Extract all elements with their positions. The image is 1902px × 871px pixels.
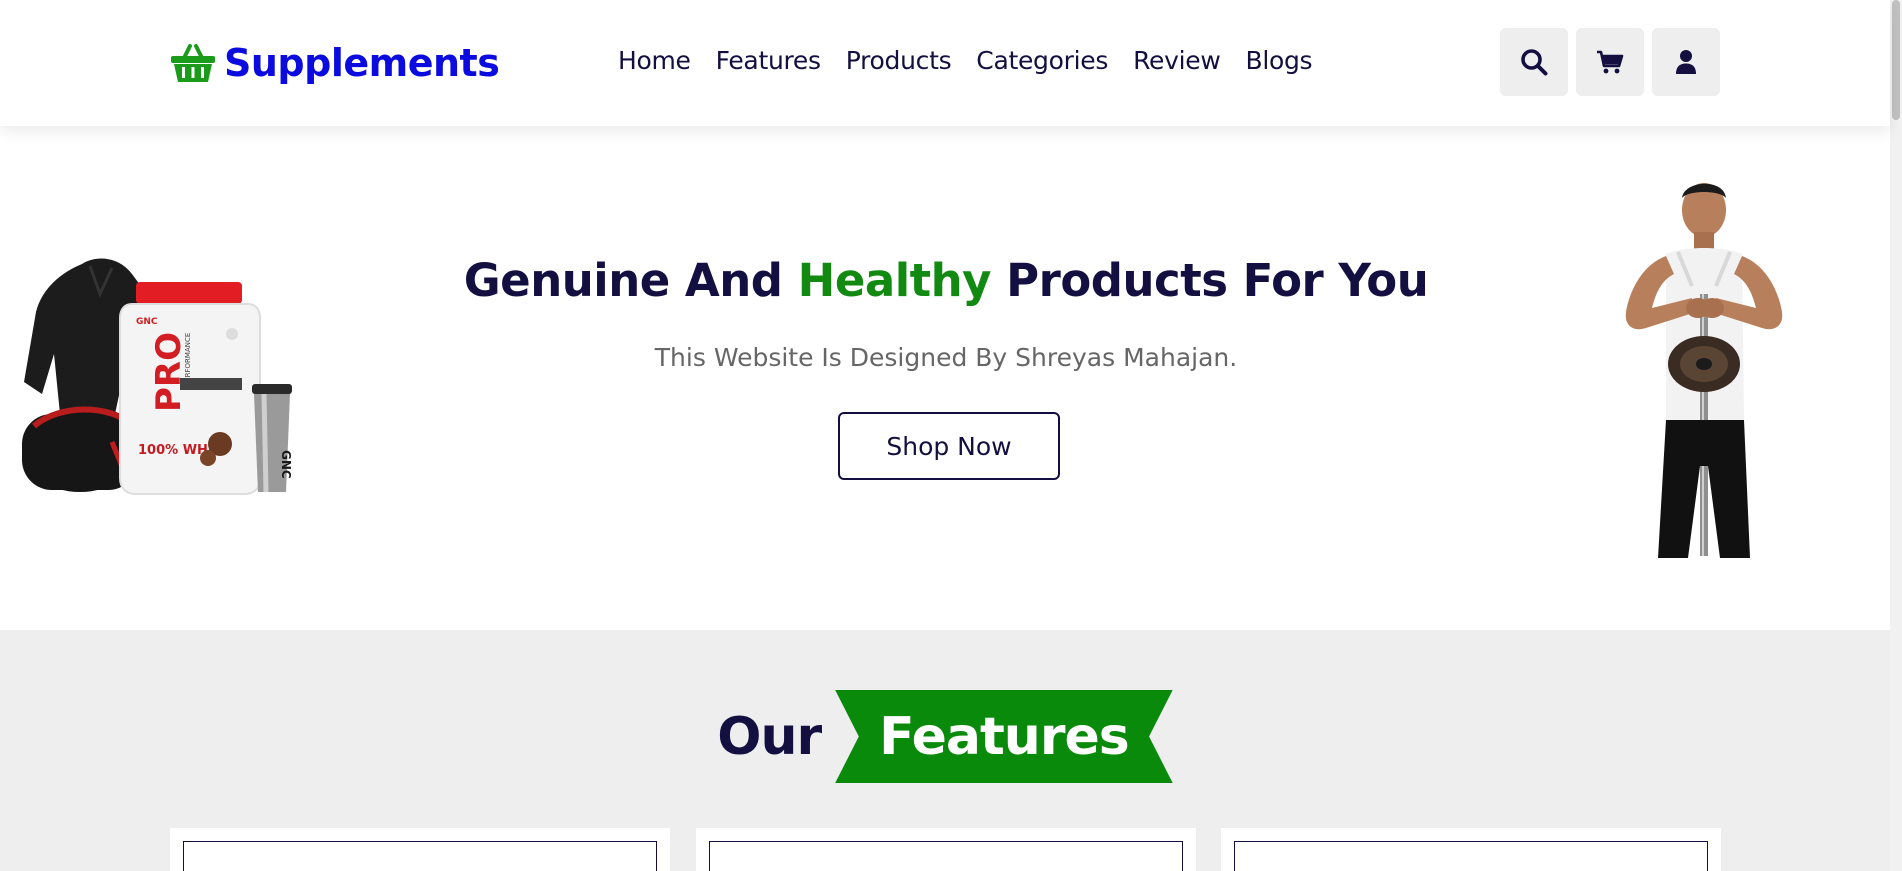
nav-link-products[interactable]: Products: [846, 44, 952, 78]
feature-card-frame: [183, 841, 657, 871]
tub-brand-label: GNC: [136, 317, 158, 327]
hero-title-after: Products For You: [991, 254, 1429, 307]
brand-logo[interactable]: Supplements: [170, 40, 500, 86]
main-nav: Home Features Products Categories Review…: [618, 44, 1313, 78]
features-heading: Our Features: [0, 690, 1890, 783]
search-icon: [1521, 49, 1548, 76]
brand-name: Supplements: [224, 41, 500, 85]
feature-card-frame: [709, 841, 1183, 871]
account-button[interactable]: [1652, 28, 1720, 96]
site-header: Supplements Home Features Products Categ…: [0, 0, 1890, 126]
hero-title: Genuine And Healthy Products For You: [2, 254, 1890, 307]
cart-button[interactable]: [1576, 28, 1644, 96]
hero-athlete-image: [1625, 183, 1783, 558]
scrollbar-thumb[interactable]: [1892, 0, 1900, 120]
page-scrollbar[interactable]: [1890, 0, 1902, 871]
svg-text:GNC: GNC: [279, 450, 293, 479]
nav-link-features[interactable]: Features: [716, 44, 821, 78]
shop-now-button[interactable]: Shop Now: [838, 412, 1060, 480]
nav-link-review[interactable]: Review: [1133, 44, 1221, 78]
user-icon: [1676, 50, 1696, 74]
hero-section: GNC PRO PERFORMANCE 100% WHEY GNC Genuin…: [2, 126, 1890, 630]
features-heading-plain: Our: [717, 706, 822, 767]
nav-link-blogs[interactable]: Blogs: [1245, 44, 1312, 78]
cart-icon: [1597, 50, 1624, 74]
feature-card-frame: [1234, 841, 1708, 871]
feature-card: [1221, 828, 1721, 871]
feature-card: [696, 828, 1196, 871]
nav-link-categories[interactable]: Categories: [976, 44, 1108, 78]
hero-title-accent: Healthy: [797, 254, 992, 307]
nav-link-home[interactable]: Home: [618, 44, 691, 78]
header-icon-group: [1500, 28, 1720, 96]
hero-subtitle: This Website Is Designed By Shreyas Maha…: [654, 343, 1238, 372]
feature-card: [170, 828, 670, 871]
search-button[interactable]: [1500, 28, 1568, 96]
hero-title-before: Genuine And: [463, 254, 798, 307]
features-heading-highlight: Features: [835, 690, 1173, 783]
basket-icon: [171, 44, 215, 82]
features-section: Our Features: [0, 630, 1890, 871]
